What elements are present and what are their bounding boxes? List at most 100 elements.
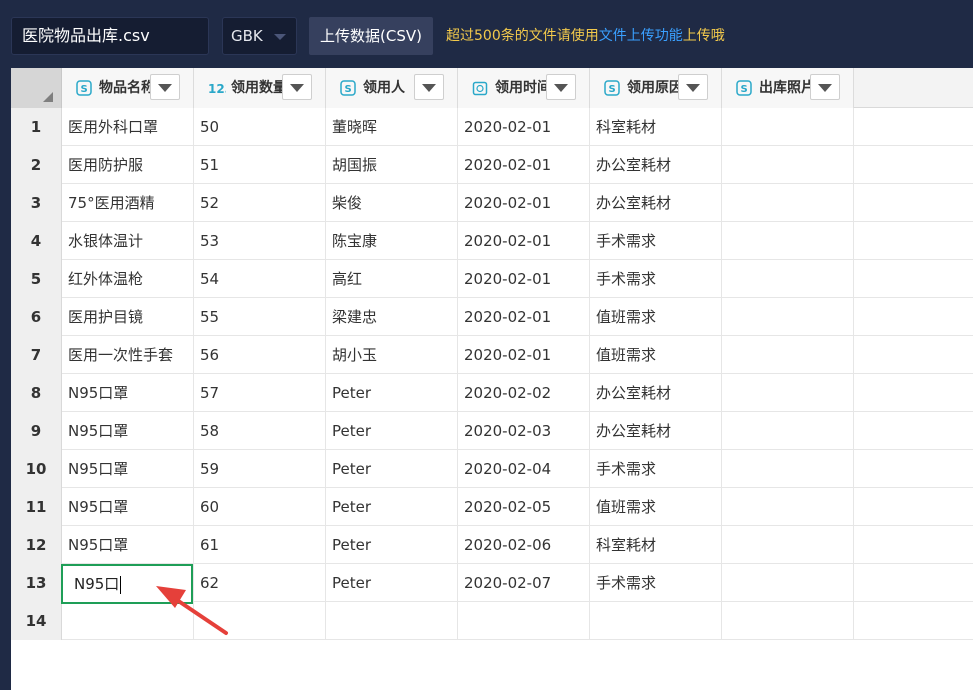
table-cell[interactable]: Peter — [326, 526, 458, 564]
row-number[interactable]: 13 — [11, 564, 62, 602]
table-cell[interactable]: 医用一次性手套 — [62, 336, 194, 374]
column-dropdown-button[interactable] — [546, 74, 576, 100]
row-number[interactable]: 10 — [11, 450, 62, 488]
editing-cell-input[interactable]: N95口 — [61, 564, 193, 604]
table-cell[interactable]: 2020-02-01 — [458, 336, 590, 374]
table-cell[interactable]: 值班需求 — [590, 488, 722, 526]
table-cell[interactable]: 62 — [194, 564, 326, 602]
table-cell[interactable]: 56 — [194, 336, 326, 374]
table-cell[interactable] — [722, 450, 854, 488]
table-cell[interactable] — [326, 602, 458, 640]
table-cell[interactable]: 董晓晖 — [326, 108, 458, 146]
table-cell[interactable]: 52 — [194, 184, 326, 222]
table-cell[interactable] — [722, 184, 854, 222]
table-cell[interactable]: 水银体温计 — [62, 222, 194, 260]
table-cell[interactable]: 办公室耗材 — [590, 146, 722, 184]
table-cell[interactable]: 胡小玉 — [326, 336, 458, 374]
table-cell[interactable]: 2020-02-06 — [458, 526, 590, 564]
row-number[interactable]: 4 — [11, 222, 62, 260]
table-cell[interactable]: 51 — [194, 146, 326, 184]
table-cell[interactable] — [722, 488, 854, 526]
table-cell[interactable]: 高红 — [326, 260, 458, 298]
column-dropdown-button[interactable] — [414, 74, 444, 100]
table-cell[interactable]: 50 — [194, 108, 326, 146]
table-cell[interactable]: N95口罩 — [62, 450, 194, 488]
table-cell[interactable] — [722, 374, 854, 412]
row-number[interactable]: 12 — [11, 526, 62, 564]
file-name-input[interactable]: 医院物品出库.csv — [11, 17, 209, 55]
row-number[interactable]: 14 — [11, 602, 62, 640]
row-number[interactable]: 9 — [11, 412, 62, 450]
table-cell[interactable] — [722, 260, 854, 298]
table-cell[interactable]: 2020-02-01 — [458, 298, 590, 336]
table-cell[interactable] — [722, 602, 854, 640]
row-number[interactable]: 11 — [11, 488, 62, 526]
table-cell[interactable]: 办公室耗材 — [590, 374, 722, 412]
table-cell[interactable] — [194, 602, 326, 640]
table-cell[interactable]: Peter — [326, 488, 458, 526]
table-cell[interactable]: 2020-02-01 — [458, 260, 590, 298]
table-cell[interactable]: 医用护目镜 — [62, 298, 194, 336]
row-number[interactable]: 2 — [11, 146, 62, 184]
table-cell[interactable]: Peter — [326, 374, 458, 412]
encoding-select[interactable]: GBK — [222, 17, 297, 55]
table-cell[interactable]: 科室耗材 — [590, 526, 722, 564]
table-cell[interactable]: 2020-02-04 — [458, 450, 590, 488]
table-cell[interactable]: 53 — [194, 222, 326, 260]
table-cell[interactable]: 2020-02-01 — [458, 146, 590, 184]
table-cell[interactable] — [722, 564, 854, 602]
table-cell[interactable]: N95口罩 — [62, 488, 194, 526]
table-cell[interactable]: 手术需求 — [590, 222, 722, 260]
table-cell[interactable] — [722, 336, 854, 374]
table-cell[interactable]: 2020-02-05 — [458, 488, 590, 526]
table-cell[interactable]: 胡国振 — [326, 146, 458, 184]
table-cell[interactable]: 2020-02-01 — [458, 222, 590, 260]
table-cell[interactable]: 手术需求 — [590, 564, 722, 602]
table-cell[interactable]: 手术需求 — [590, 450, 722, 488]
table-cell[interactable]: 值班需求 — [590, 336, 722, 374]
table-cell[interactable]: Peter — [326, 450, 458, 488]
row-number[interactable]: 8 — [11, 374, 62, 412]
table-cell[interactable]: 办公室耗材 — [590, 184, 722, 222]
table-cell[interactable]: Peter — [326, 564, 458, 602]
table-cell[interactable] — [722, 526, 854, 564]
file-upload-link[interactable]: 文件上传功能 — [599, 28, 683, 44]
table-cell[interactable]: 75°医用酒精 — [62, 184, 194, 222]
column-header[interactable]: S 领用原因 — [590, 68, 722, 108]
table-cell[interactable] — [722, 412, 854, 450]
table-cell[interactable] — [722, 146, 854, 184]
table-cell[interactable]: 61 — [194, 526, 326, 564]
table-cell[interactable]: 55 — [194, 298, 326, 336]
column-dropdown-button[interactable] — [150, 74, 180, 100]
column-header[interactable]: S 出库照片 — [722, 68, 854, 108]
table-cell[interactable] — [722, 222, 854, 260]
table-cell[interactable]: 医用外科口罩 — [62, 108, 194, 146]
table-cell[interactable]: Peter — [326, 412, 458, 450]
column-dropdown-button[interactable] — [810, 74, 840, 100]
column-header[interactable]: 领用时间 — [458, 68, 590, 108]
row-number[interactable]: 5 — [11, 260, 62, 298]
table-cell[interactable]: 2020-02-07 — [458, 564, 590, 602]
select-all-corner[interactable] — [11, 68, 62, 108]
row-number[interactable]: 3 — [11, 184, 62, 222]
table-cell[interactable]: 59 — [194, 450, 326, 488]
table-cell[interactable]: 陈宝康 — [326, 222, 458, 260]
table-cell[interactable] — [62, 602, 194, 640]
column-dropdown-button[interactable] — [678, 74, 708, 100]
table-cell[interactable]: N95口罩 — [62, 412, 194, 450]
upload-csv-button[interactable]: 上传数据(CSV) — [309, 17, 433, 55]
table-cell[interactable]: 60 — [194, 488, 326, 526]
table-cell[interactable]: 办公室耗材 — [590, 412, 722, 450]
table-cell[interactable]: 梁建忠 — [326, 298, 458, 336]
table-cell[interactable]: 2020-02-01 — [458, 108, 590, 146]
row-number[interactable]: 6 — [11, 298, 62, 336]
table-cell[interactable]: 科室耗材 — [590, 108, 722, 146]
table-cell[interactable]: 柴俊 — [326, 184, 458, 222]
row-number[interactable]: 1 — [11, 108, 62, 146]
column-header[interactable]: S 物品名称 — [62, 68, 194, 108]
table-cell[interactable]: 手术需求 — [590, 260, 722, 298]
table-cell[interactable]: 红外体温枪 — [62, 260, 194, 298]
column-header[interactable]: 123 领用数量 — [194, 68, 326, 108]
table-cell[interactable]: N95口罩 — [62, 526, 194, 564]
table-cell[interactable]: 医用防护服 — [62, 146, 194, 184]
